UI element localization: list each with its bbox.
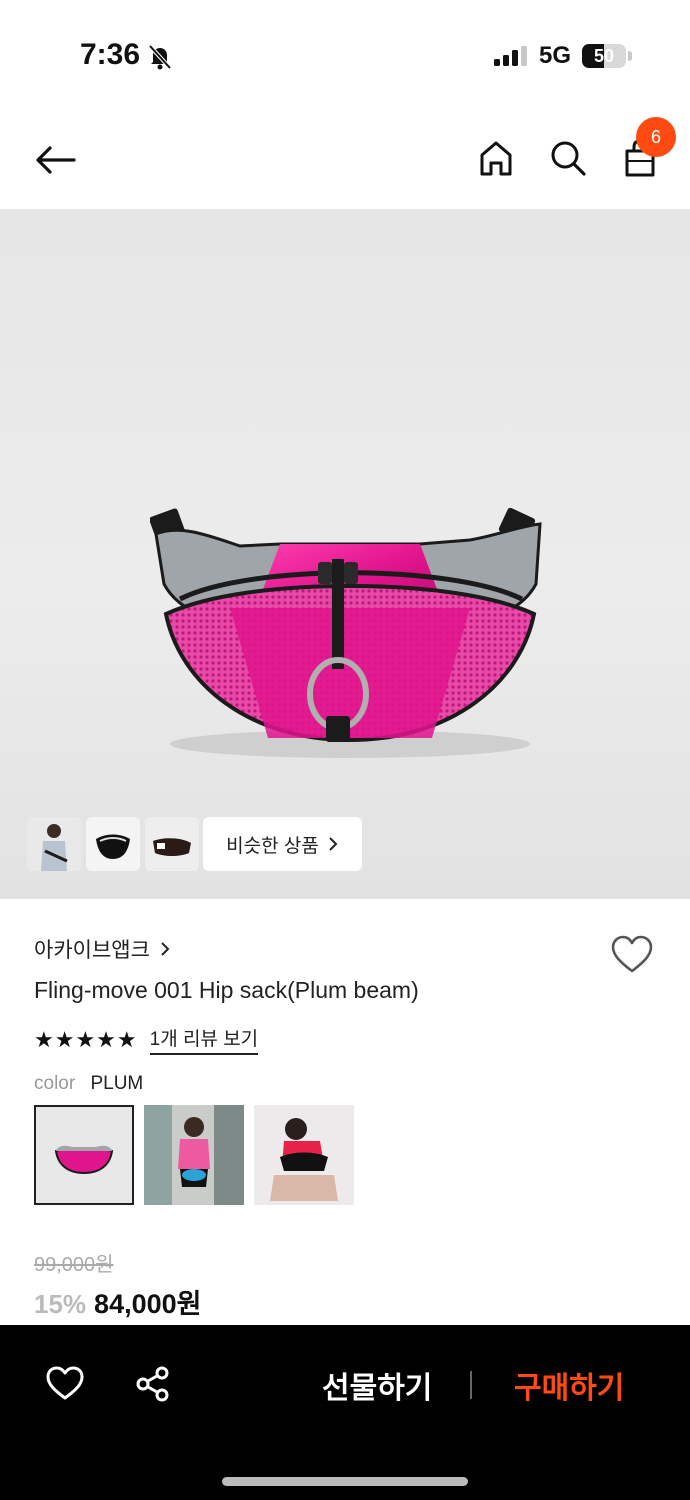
swatch-image — [36, 1107, 132, 1203]
brand-link[interactable]: 아카이브앱크 — [34, 934, 170, 964]
heart-outline-icon — [611, 935, 653, 973]
similar-products-label: 비슷한 상품 — [226, 835, 319, 857]
top-nav — [0, 110, 690, 210]
swatch-image — [254, 1105, 354, 1205]
share-icon — [136, 1366, 169, 1402]
swatch-image — [144, 1105, 244, 1205]
color-option: color PLUM — [34, 1073, 143, 1095]
sale-price: 84,000원 — [94, 1289, 202, 1319]
product-image-gallery[interactable]: 비슷한 상품 — [0, 209, 690, 899]
divider — [470, 1371, 472, 1399]
option-swatch-plum[interactable] — [34, 1105, 134, 1205]
price-row: 15% 84,000원 — [34, 1282, 201, 1321]
original-price: 99,000원 — [34, 1254, 114, 1276]
arrow-left-icon — [36, 146, 76, 174]
signal-icon — [494, 46, 528, 71]
review-link[interactable]: 1개 리뷰 보기 — [149, 1024, 259, 1055]
thumbnail-image — [27, 817, 81, 871]
battery-level: 50 — [593, 46, 615, 66]
option-swatch-model-1[interactable] — [144, 1105, 244, 1205]
search-icon — [551, 141, 586, 176]
status-time: 7:36 — [80, 38, 141, 71]
similar-products-button[interactable]: 비슷한 상품 — [203, 817, 362, 871]
home-button[interactable] — [474, 136, 518, 180]
wishlist-button[interactable] — [610, 934, 654, 979]
product-image-hip-sack — [150, 507, 542, 758]
brand-name: 아카이브앱크 — [34, 939, 150, 962]
bell-muted-icon — [148, 44, 172, 75]
thumbnail-image — [145, 817, 199, 871]
thumbnail-bag-dark[interactable] — [145, 817, 199, 871]
chevron-right-icon — [161, 942, 170, 956]
battery-icon: 50 — [582, 44, 626, 68]
option-swatch-model-2[interactable] — [254, 1105, 354, 1205]
buy-button[interactable]: 구매하기 — [514, 1363, 624, 1407]
thumbnail-model-side[interactable] — [27, 817, 81, 871]
chevron-right-icon — [329, 837, 338, 851]
star-rating: ★★★★★ — [34, 1026, 138, 1052]
bottom-wishlist-button[interactable] — [45, 1365, 85, 1406]
network-label: 5G — [539, 42, 572, 69]
option-value: PLUM — [90, 1073, 144, 1094]
heart-outline-icon — [46, 1366, 84, 1400]
cart-count-badge: 6 — [636, 117, 676, 157]
home-icon — [480, 141, 512, 176]
thumbnail-image — [86, 817, 140, 871]
gift-button[interactable]: 선물하기 — [322, 1363, 432, 1407]
thumbnail-bag-black[interactable] — [86, 817, 140, 871]
rating-row: ★★★★★ 1개 리뷰 보기 — [34, 1024, 259, 1055]
discount-rate: 15% — [34, 1289, 87, 1319]
product-title: Fling-move 001 Hip sack(Plum beam) — [34, 977, 419, 1003]
option-label: color — [34, 1073, 76, 1094]
bottom-action-bar: 선물하기 구매하기 — [0, 1325, 690, 1500]
search-button[interactable] — [546, 136, 590, 180]
status-bar: 7:36 5G 50 — [0, 0, 690, 110]
home-indicator — [222, 1477, 468, 1486]
share-button[interactable] — [134, 1365, 172, 1408]
back-button[interactable] — [30, 138, 80, 182]
battery-cap — [628, 51, 632, 61]
